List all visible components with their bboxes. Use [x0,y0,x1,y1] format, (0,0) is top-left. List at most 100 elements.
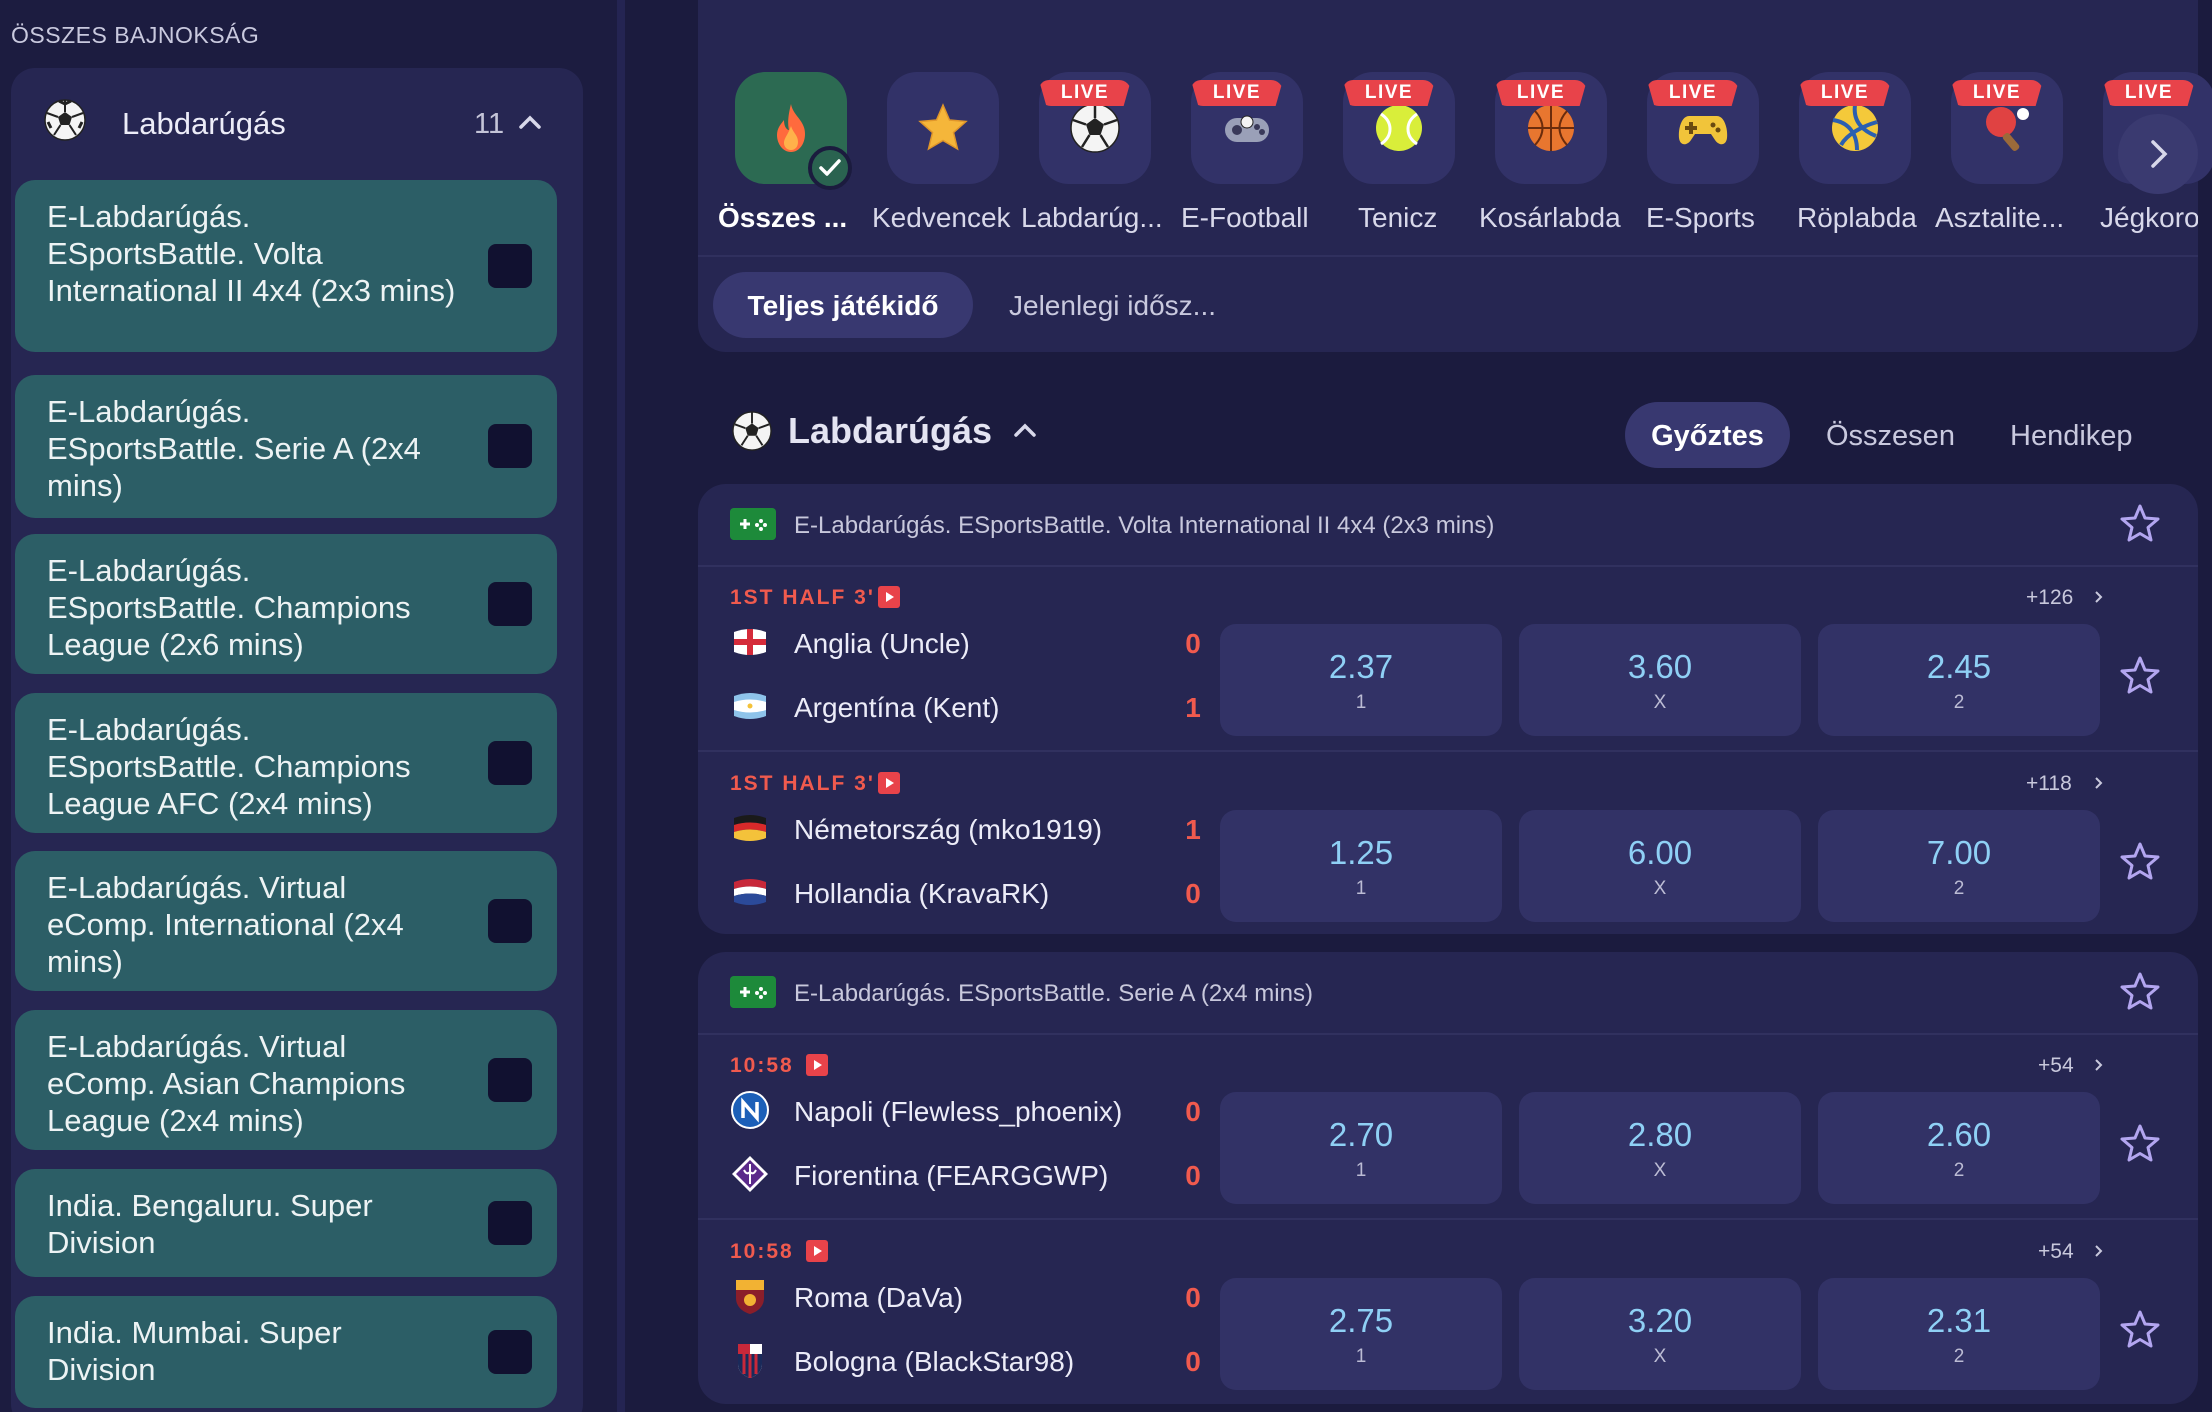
odds-outcome: 1 [1355,1160,1367,1181]
favorite-star-icon[interactable] [2118,840,2162,884]
odds-outcome: 2 [1953,1160,1965,1181]
home-team-name: Roma (DaVa) [794,1282,964,1313]
odds-button-draw[interactable]: 6.00 X [1519,810,1801,922]
chevron-up-icon[interactable] [517,110,543,136]
favorite-star-icon[interactable] [2118,970,2162,1014]
odds-button-home[interactable]: 2.75 1 [1220,1278,1502,1390]
live-badge: LIVE [1191,80,1283,106]
league-card-header[interactable]: E-Labdarúgás. ESportsBattle. Volta Inter… [698,484,2198,566]
odds-button-home[interactable]: 2.70 1 [1220,1092,1502,1204]
away-team-name: Argentína (Kent) [794,692,1000,723]
league-item-label: E-Labdarúgás. Virtual eComp. Asian Champ… [47,1029,406,1138]
league-checkbox[interactable] [488,899,532,943]
favorite-star-icon[interactable] [2118,1122,2162,1166]
more-markets-count[interactable]: +54 [2038,1240,2074,1264]
sidebar-heading: ÖSSZES BAJNOKSÁG [11,22,260,48]
live-stream-icon[interactable] [806,1054,828,1076]
more-markets-count[interactable]: +118 [2026,772,2072,796]
favorite-star-icon[interactable] [2118,1308,2162,1352]
tab-handicap[interactable]: Hendikep [2010,420,2133,453]
odds-button-away[interactable]: 2.31 2 [1818,1278,2100,1390]
match-row[interactable]: 1ST HALF 3' +126 Anglia (Uncle) 0 Argent… [698,566,2198,750]
period-current-button[interactable]: Jelenlegi idősz... [1009,290,1216,322]
ping-pong-icon [1986,107,2029,152]
home-score: 0 [1185,1282,1201,1313]
league-checkbox[interactable] [488,582,532,626]
league-item-label: E-Labdarúgás. Virtual eComp. Internation… [47,870,404,979]
category-label: Kosárlabda [1479,202,1621,233]
chevron-right-icon [2095,591,2103,603]
more-markets-count[interactable]: +54 [2038,1054,2074,1078]
odds-button-draw[interactable]: 3.60 X [1519,624,1801,736]
live-stream-icon[interactable] [878,772,900,794]
odds-button-home[interactable]: 2.37 1 [1220,624,1502,736]
panel-divider [617,0,625,1412]
odds-button-away[interactable]: 7.00 2 [1818,810,2100,922]
match-time: 10:58 [730,1054,794,1077]
league-item-label: India. Bengaluru. Super Division [47,1188,373,1260]
odds-outcome: X [1653,1160,1667,1181]
league-item[interactable]: India. Bengaluru. Super Division [15,1169,557,1277]
league-checkbox[interactable] [488,1330,532,1374]
away-score: 0 [1185,878,1201,909]
chevron-up-icon[interactable] [1012,418,1038,444]
odds-button-draw[interactable]: 3.20 X [1519,1278,1801,1390]
away-score: 1 [1185,692,1201,723]
napoli-crest-icon [731,1091,769,1129]
league-card-title: E-Labdarúgás. ESportsBattle. Volta Inter… [794,512,1495,539]
sport-group-header[interactable]: Labdarúgás 11 [11,68,583,178]
league-item[interactable]: E-Labdarúgás. ESportsBattle. Champions L… [15,693,557,833]
league-item[interactable]: E-Labdarúgás. ESportsBattle. Volta Inter… [15,180,557,352]
favorite-star-icon[interactable] [2118,654,2162,698]
more-markets-count[interactable]: +126 [2026,586,2073,610]
league-checkbox[interactable] [488,741,532,785]
tab-total[interactable]: Összesen [1826,420,1955,453]
odds-button-away[interactable]: 2.60 2 [1818,1092,2100,1204]
league-sidebar: ÖSSZES BAJNOKSÁG Labdarúgás 11 E-Labdarú… [0,0,617,1412]
period-full-time-button[interactable]: Teljes játékidő [713,272,973,338]
league-item[interactable]: E-Labdarúgás. ESportsBattle. Serie A (2x… [15,375,557,518]
soccer-ball-icon [1070,103,1120,153]
league-item[interactable]: India. Mumbai. Super Division [15,1296,557,1408]
favorite-star-icon[interactable] [2118,502,2162,546]
category-favorites[interactable] [887,72,999,184]
home-score: 1 [1185,814,1201,845]
match-row[interactable]: 10:58 +54 Napoli (Flewless_phoenix) 0 Fi… [698,1034,2198,1218]
england-flag-icon [734,629,766,655]
league-item[interactable]: E-Labdarúgás. Virtual eComp. Asian Champ… [15,1010,557,1150]
category-label: Tenicz [1358,202,1438,233]
tennis-ball-icon [1376,105,1422,151]
live-badge: LIVE [1647,80,1739,106]
live-badge: LIVE [1343,80,1435,106]
league-checkbox[interactable] [488,424,532,468]
league-card-header[interactable]: E-Labdarúgás. ESportsBattle. Serie A (2x… [698,952,2198,1034]
match-time: 1ST HALF 3' [730,772,875,795]
league-item-label: India. Mumbai. Super Division [47,1315,342,1387]
league-checkbox[interactable] [488,1058,532,1102]
live-stream-icon[interactable] [806,1240,828,1262]
league-card-title: E-Labdarúgás. ESportsBattle. Serie A (2x… [794,980,1313,1007]
odds-button-away[interactable]: 2.45 2 [1818,624,2100,736]
away-team-name: Fiorentina (FEARGGWP) [794,1160,1109,1191]
league-item[interactable]: E-Labdarúgás. Virtual eComp. Internation… [15,851,557,991]
live-stream-icon[interactable] [878,586,900,608]
league-item[interactable]: E-Labdarúgás. ESportsBattle. Champions L… [15,534,557,674]
live-badge: LIVE [1951,80,2043,106]
odds-outcome: X [1653,878,1667,899]
match-row[interactable]: 10:58 +54 Roma (DaVa) 0 Bologna (BlackSt… [698,1220,2198,1404]
scroll-next-button[interactable] [2118,114,2198,194]
home-team-name: Napoli (Flewless_phoenix) [794,1096,1123,1127]
odds-button-draw[interactable]: 2.80 X [1519,1092,1801,1204]
tab-winner[interactable]: Győztes [1625,402,1790,468]
odds-value: 2.80 [1627,1116,1693,1153]
gamepad-icon [1225,115,1269,142]
away-team-name: Bologna (BlackStar98) [794,1346,1075,1377]
home-team-name: Anglia (Uncle) [794,628,970,659]
chevron-right-icon [2151,140,2168,168]
roma-crest-icon [736,1280,764,1314]
match-row[interactable]: 1ST HALF 3' +118 Németország (mko1919) 1… [698,752,2198,936]
odds-button-home[interactable]: 1.25 1 [1220,810,1502,922]
sport-group-count: 11 [474,108,505,140]
league-checkbox[interactable] [488,244,532,288]
league-checkbox[interactable] [488,1201,532,1245]
